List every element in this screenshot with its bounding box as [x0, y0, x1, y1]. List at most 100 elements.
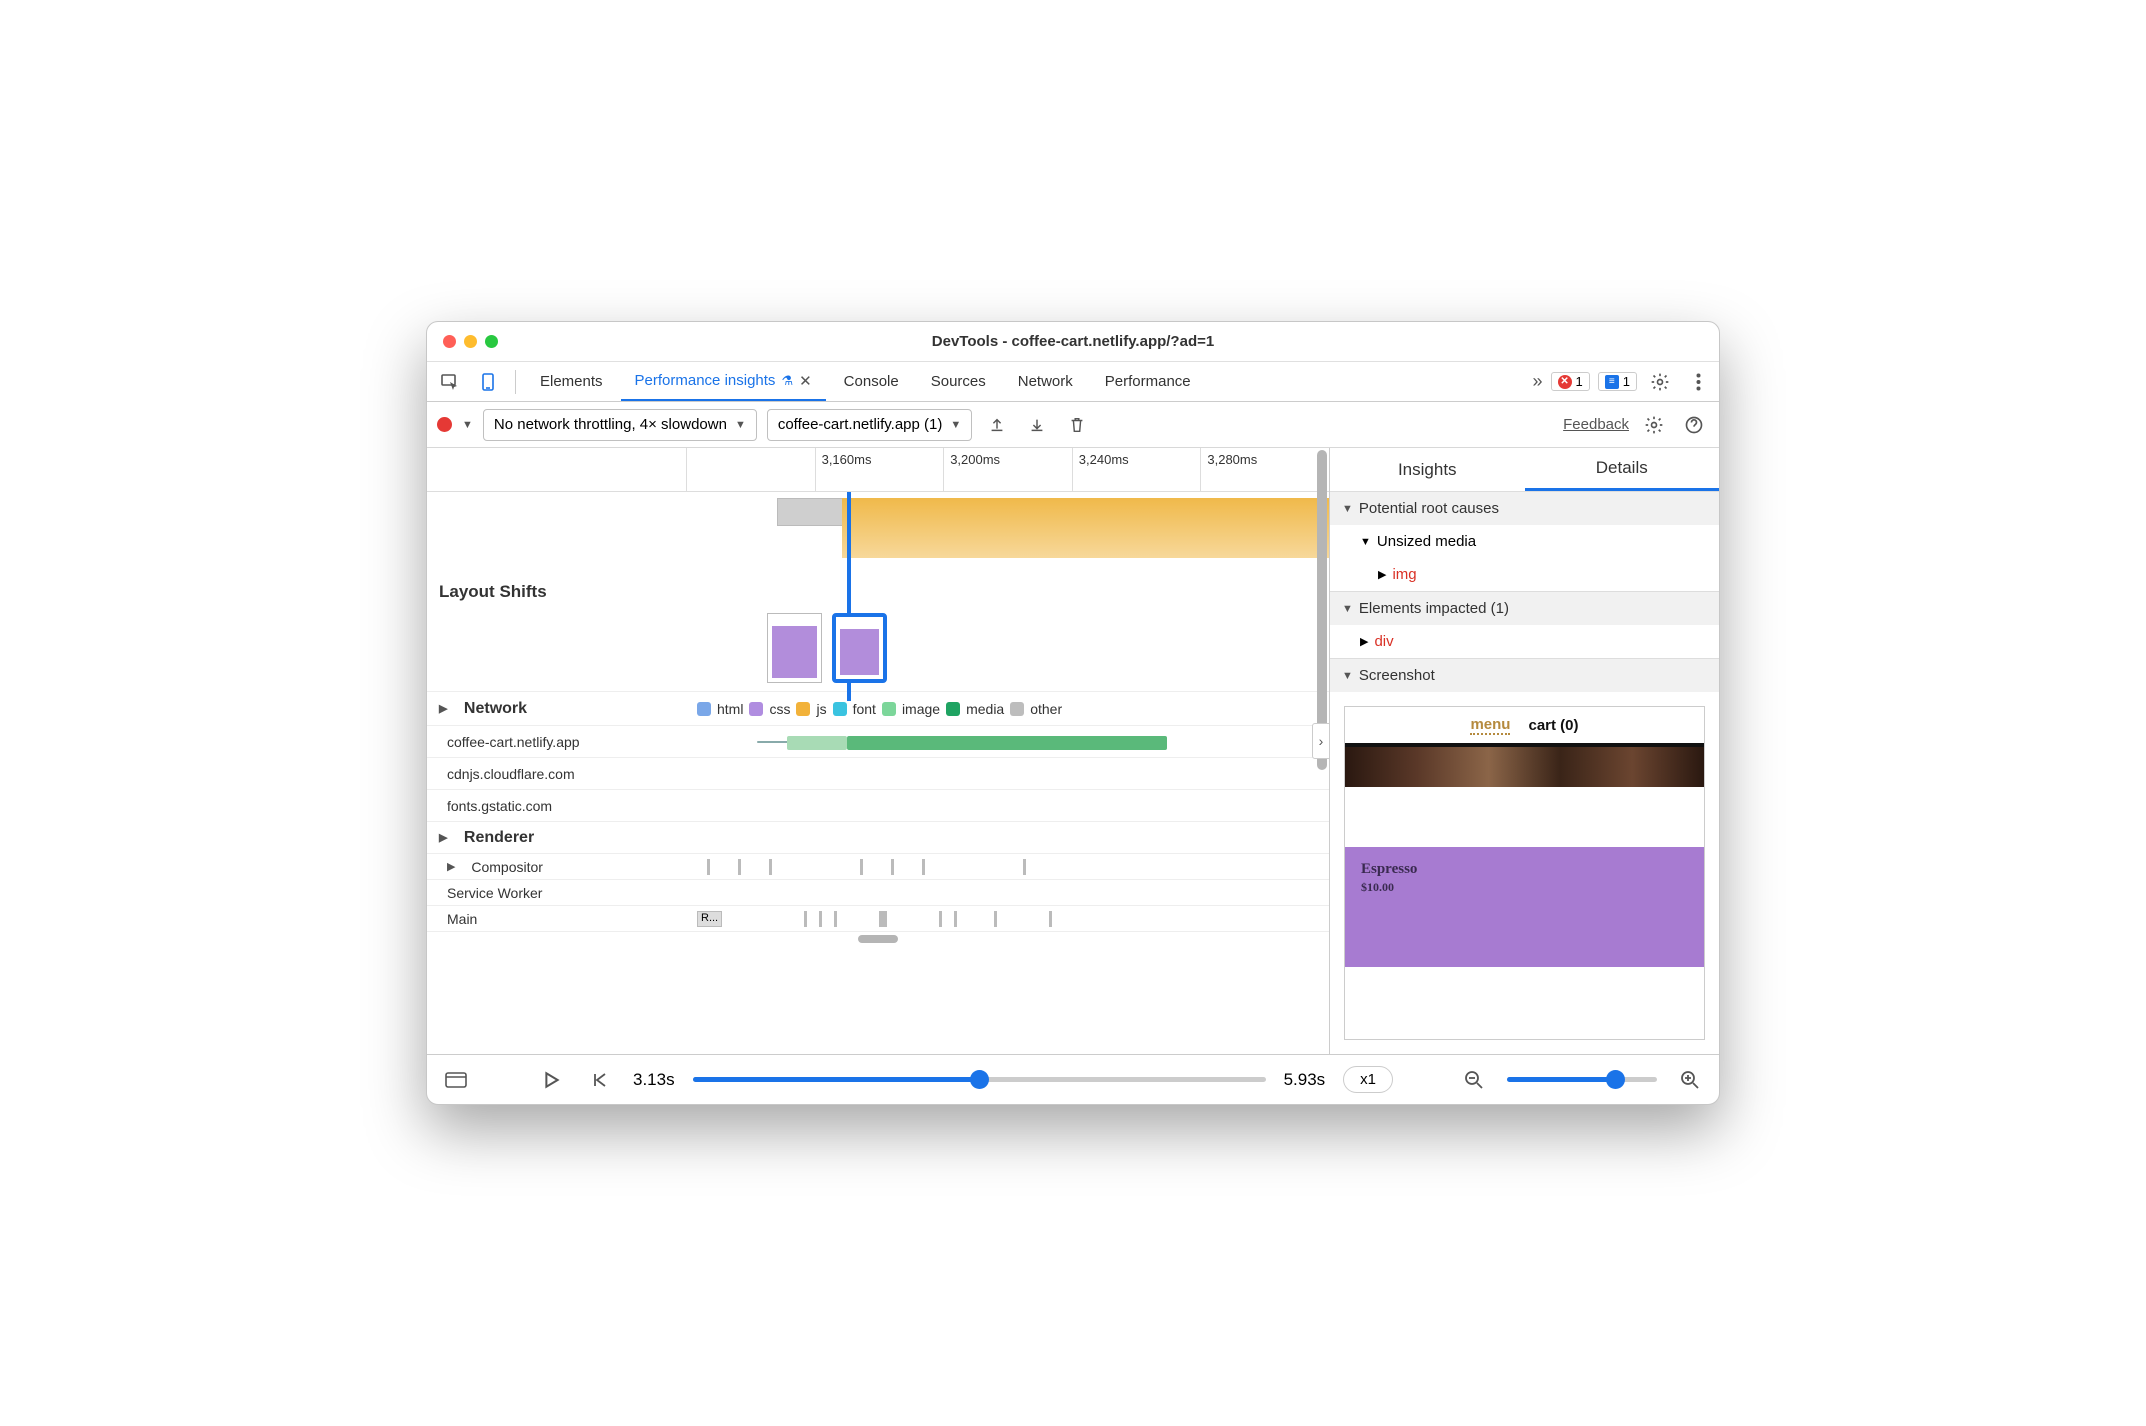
kebab-icon[interactable] — [1683, 367, 1713, 397]
disclosure-icon[interactable]: ▶ — [447, 860, 455, 873]
trash-icon[interactable] — [1062, 410, 1092, 440]
section-title: Screenshot — [1359, 667, 1435, 684]
task-tick[interactable] — [1023, 859, 1026, 875]
upload-icon[interactable] — [982, 410, 1012, 440]
tab-label: Sources — [931, 373, 986, 390]
tab-network[interactable]: Network — [1004, 362, 1087, 401]
flame-block[interactable] — [777, 498, 852, 526]
task-tick[interactable] — [891, 859, 894, 875]
swatch-js — [796, 702, 810, 716]
net-bar[interactable] — [787, 736, 847, 750]
feedback-link[interactable]: Feedback — [1563, 416, 1629, 433]
task-tick[interactable] — [994, 911, 997, 927]
profile-select[interactable]: coffee-cart.netlify.app (1)▼ — [767, 409, 972, 441]
collapse-sidebar-icon[interactable]: › — [1312, 723, 1330, 759]
host-label: fonts.gstatic.com — [427, 790, 687, 821]
ruler-tick: 3,240ms — [1072, 448, 1201, 491]
gear-icon[interactable] — [1639, 410, 1669, 440]
task-tick[interactable] — [834, 911, 837, 927]
service-worker-row: Service Worker — [427, 880, 1329, 906]
section-title: Potential root causes — [1359, 500, 1499, 517]
more-tabs-icon[interactable]: » — [1533, 371, 1543, 392]
download-icon[interactable] — [1022, 410, 1052, 440]
network-host-row: cdnjs.cloudflare.com — [427, 758, 1329, 790]
disclosure-icon[interactable]: ▶ — [439, 702, 447, 715]
task-tick[interactable] — [1049, 911, 1052, 927]
close-tab-icon[interactable]: ✕ — [799, 372, 812, 390]
throttle-select[interactable]: No network throttling, 4× slowdown▼ — [483, 409, 757, 441]
tab-details[interactable]: Details — [1525, 448, 1720, 491]
rewind-icon[interactable] — [585, 1065, 615, 1095]
task-tick[interactable] — [879, 911, 887, 927]
tab-insights[interactable]: Insights — [1330, 448, 1525, 491]
element-link[interactable]: img — [1392, 566, 1416, 583]
inspect-icon[interactable] — [433, 365, 467, 399]
row-label: Network — [464, 700, 527, 718]
position-slider[interactable] — [693, 1077, 1266, 1082]
task-tick[interactable] — [769, 859, 772, 875]
zoom-out-icon[interactable] — [1459, 1065, 1489, 1095]
task-tick[interactable] — [922, 859, 925, 875]
element-link[interactable]: div — [1374, 633, 1393, 650]
disclosure-icon[interactable]: ▶ — [1378, 568, 1386, 581]
play-icon[interactable] — [537, 1065, 567, 1095]
tab-label: Network — [1018, 373, 1073, 390]
chevron-down-icon: ▼ — [950, 419, 961, 431]
task-tick[interactable] — [738, 859, 741, 875]
pin-icon: ⚗ — [781, 373, 793, 389]
network-host-row: coffee-cart.netlify.app — [427, 726, 1329, 758]
flame-block[interactable] — [842, 498, 1329, 558]
record-menu-icon[interactable]: ▼ — [462, 419, 473, 431]
task-tick[interactable] — [939, 911, 942, 927]
toggle-view-icon[interactable] — [441, 1065, 471, 1095]
tab-performance-insights[interactable]: Performance insights ⚗ ✕ — [621, 362, 826, 401]
tab-elements[interactable]: Elements — [526, 362, 617, 401]
help-icon[interactable] — [1679, 410, 1709, 440]
disclosure-icon[interactable]: ▼ — [1342, 503, 1353, 515]
net-bar[interactable] — [847, 736, 1167, 750]
layout-shifts-row: Layout Shifts — [427, 492, 1329, 692]
swatch-font — [833, 702, 847, 716]
disclosure-icon[interactable]: ▼ — [1342, 670, 1353, 682]
tab-label: Performance — [1105, 373, 1191, 390]
tab-label: Insights — [1398, 460, 1457, 480]
info-badge[interactable]: ≡1 — [1598, 372, 1637, 391]
disclosure-icon[interactable]: ▼ — [1360, 536, 1371, 548]
task-tick[interactable] — [819, 911, 822, 927]
item-label: Unsized media — [1377, 533, 1476, 550]
tab-performance[interactable]: Performance — [1091, 362, 1205, 401]
time-ruler[interactable]: 3,160ms 3,200ms 3,240ms 3,280ms — [427, 448, 1329, 492]
zoom-in-icon[interactable] — [1675, 1065, 1705, 1095]
speed-pill[interactable]: x1 — [1343, 1066, 1393, 1093]
task-tick[interactable] — [707, 859, 710, 875]
disclosure-icon[interactable]: ▶ — [439, 831, 447, 844]
row-label: Renderer — [464, 829, 534, 847]
tab-console[interactable]: Console — [830, 362, 913, 401]
gear-icon[interactable] — [1645, 367, 1675, 397]
shift-thumbnail[interactable] — [767, 613, 822, 683]
task-block[interactable]: R... — [697, 911, 722, 927]
disclosure-icon[interactable]: ▼ — [1342, 603, 1353, 615]
section-root-causes: ▼ Potential root causes ▼ Unsized media ▶ i… — [1330, 492, 1719, 592]
horizontal-scrollbar[interactable] — [427, 932, 1329, 946]
task-tick[interactable] — [954, 911, 957, 927]
ss-nav-menu: menu — [1470, 716, 1510, 735]
ss-product-card: Espresso $10.00 — [1345, 847, 1704, 967]
host-label: cdnjs.cloudflare.com — [427, 758, 687, 789]
device-icon[interactable] — [471, 365, 505, 399]
record-button[interactable] — [437, 417, 452, 432]
disclosure-icon[interactable]: ▶ — [1360, 635, 1368, 648]
main-row: Main R... — [427, 906, 1329, 932]
errors-badge[interactable]: ✕1 — [1551, 372, 1590, 391]
time-end: 5.93s — [1284, 1070, 1326, 1090]
shift-thumbnail-selected[interactable] — [832, 613, 887, 683]
swatch-media — [946, 702, 960, 716]
zoom-slider[interactable] — [1507, 1077, 1657, 1082]
swatch-css — [749, 702, 763, 716]
chevron-down-icon: ▼ — [735, 419, 746, 431]
task-tick[interactable] — [860, 859, 863, 875]
tab-sources[interactable]: Sources — [917, 362, 1000, 401]
task-tick[interactable] — [804, 911, 807, 927]
legend-label: media — [966, 701, 1004, 717]
main-body: 3,160ms 3,200ms 3,240ms 3,280ms Layout S… — [427, 448, 1719, 1054]
